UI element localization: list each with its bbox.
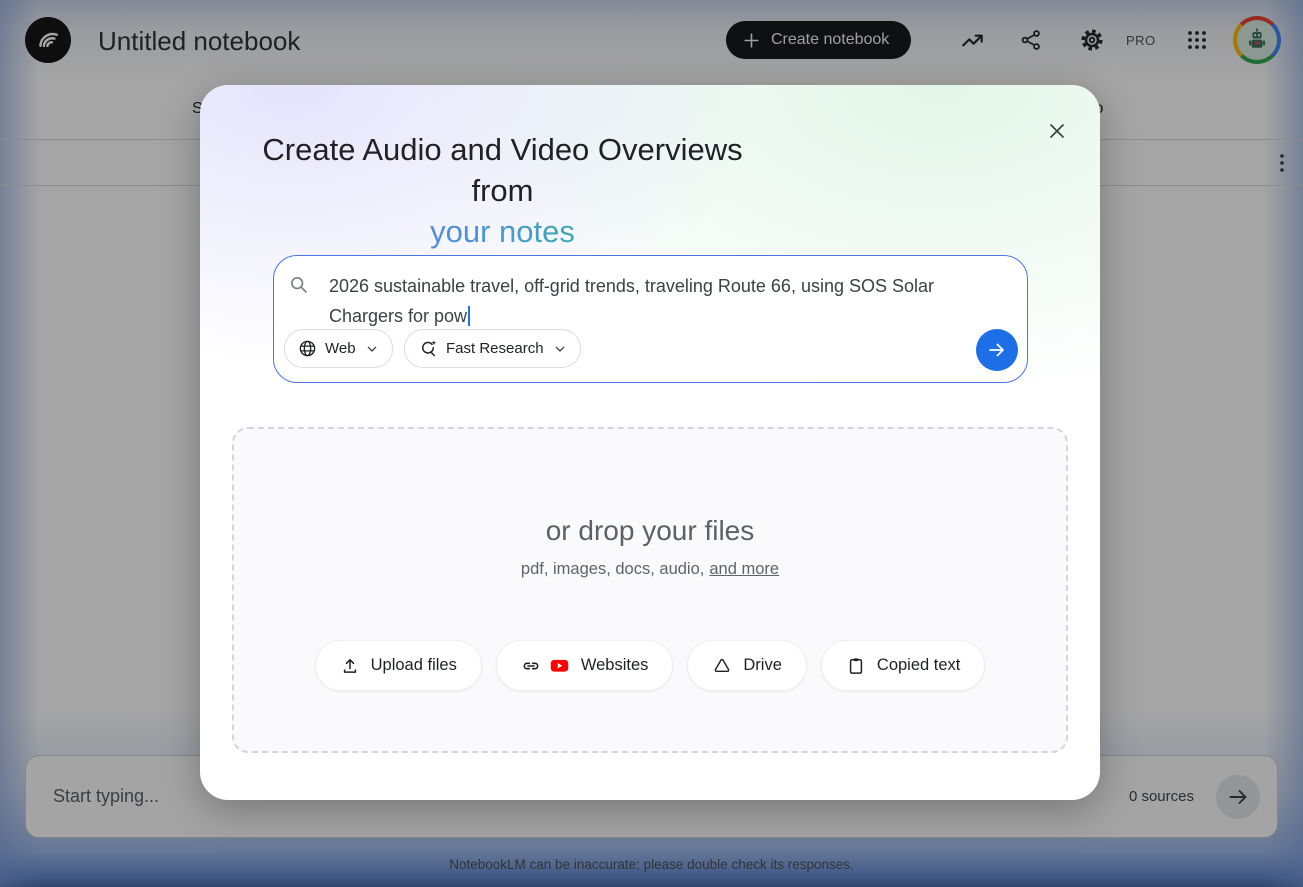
research-mode-label: Fast Research: [446, 340, 544, 357]
chevron-down-icon: [552, 341, 568, 357]
upload-icon: [340, 656, 360, 676]
and-more-link[interactable]: and more: [709, 560, 779, 578]
text-cursor: [468, 306, 471, 326]
file-drop-zone[interactable]: or drop your files pdf, images, docs, au…: [232, 427, 1068, 753]
globe-icon: [298, 339, 317, 358]
research-search-box: 2026 sustainable travel, off-grid trends…: [273, 255, 1028, 383]
source-scope-dropdown[interactable]: Web: [284, 329, 393, 368]
websites-button[interactable]: Websites: [495, 640, 674, 691]
copied-text-button[interactable]: Copied text: [820, 640, 986, 691]
drop-zone-title: or drop your files: [545, 515, 755, 546]
youtube-icon: [549, 655, 570, 676]
source-scope-label: Web: [325, 340, 356, 357]
upload-files-button[interactable]: Upload files: [314, 640, 482, 691]
modal-title-line2: your notes: [230, 211, 775, 252]
drive-label: Drive: [743, 656, 782, 674]
copied-text-label: Copied text: [876, 656, 961, 674]
source-buttons-row: Upload files Websites Drive Copied text: [234, 640, 1066, 691]
notebooklm-app: Untitled notebook Create notebook PRO So…: [0, 0, 1303, 887]
create-overview-modal: Create Audio and Video Overviews from yo…: [200, 85, 1100, 800]
drive-icon: [712, 656, 732, 676]
drive-button[interactable]: Drive: [687, 640, 807, 691]
modal-title: Create Audio and Video Overviews from yo…: [230, 129, 775, 252]
research-query-input[interactable]: 2026 sustainable travel, off-grid trends…: [329, 271, 989, 331]
clipboard-icon: [846, 656, 866, 676]
research-mode-dropdown[interactable]: Fast Research: [404, 329, 581, 368]
search-icon: [288, 274, 310, 296]
modal-title-line1: Create Audio and Video Overviews from: [262, 132, 743, 208]
drop-zone-formats: pdf, images, docs, audio, and more: [520, 560, 780, 578]
close-icon[interactable]: [1043, 118, 1071, 146]
link-icon: [521, 656, 541, 676]
websites-label: Websites: [580, 656, 649, 674]
chevron-down-icon: [364, 341, 380, 357]
submit-research-button[interactable]: [976, 329, 1018, 371]
upload-files-label: Upload files: [370, 656, 457, 674]
fast-research-icon: [418, 339, 438, 359]
